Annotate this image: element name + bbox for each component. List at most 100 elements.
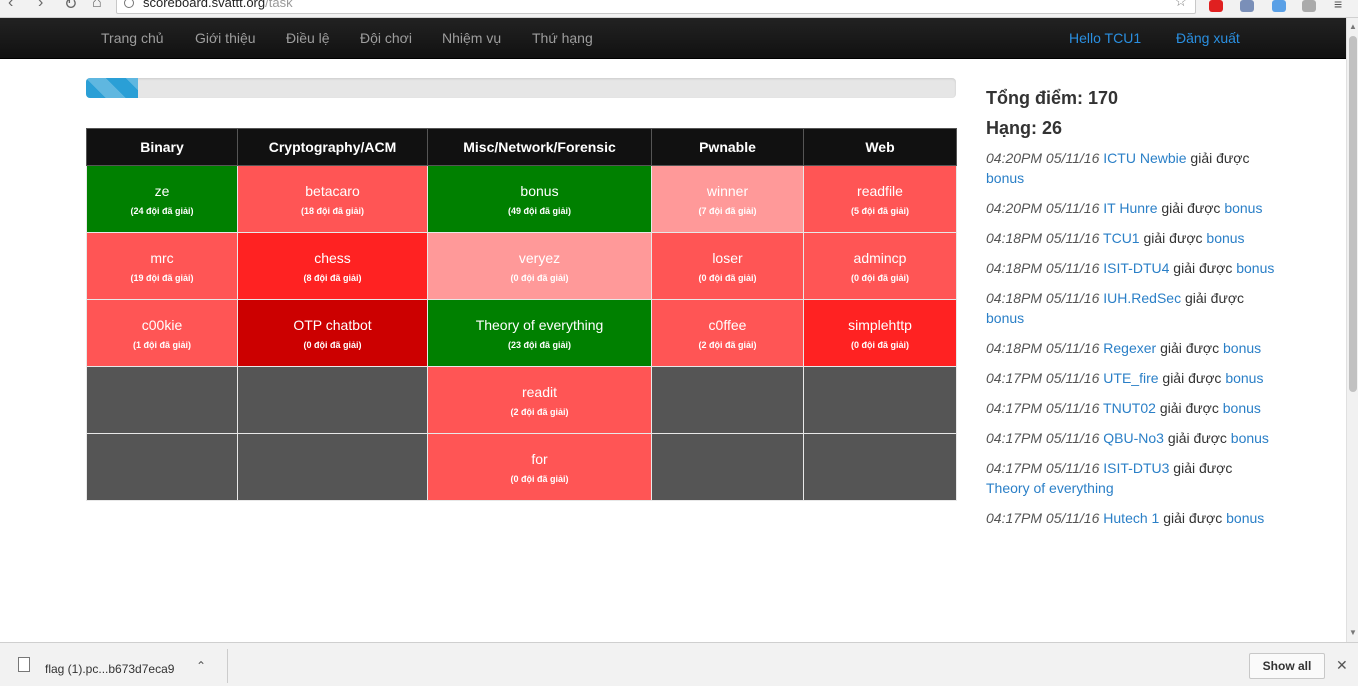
task-name: for	[531, 451, 548, 467]
feed-team-link[interactable]: TNUT02	[1103, 400, 1156, 416]
task-cell[interactable]: winner (7 đội đã giải)	[651, 165, 804, 233]
feed-entry: 04:17PM 05/11/16 UTE_fire giải được bonu…	[986, 368, 1276, 388]
extension-icon[interactable]	[1240, 0, 1254, 12]
task-cell[interactable]: bonus (49 đội đã giải)	[427, 165, 652, 233]
feed-task-link[interactable]: bonus	[986, 310, 1024, 326]
feed-team-link[interactable]: ICTU Newbie	[1103, 150, 1186, 166]
feed-team-link[interactable]: Hutech 1	[1103, 510, 1159, 526]
feed-entry: 04:17PM 05/11/16 TNUT02 giải được bonus	[986, 398, 1276, 418]
feed-task-link[interactable]: bonus	[1236, 260, 1274, 276]
task-cell[interactable]: ze (24 đội đã giải)	[86, 165, 238, 233]
feed-task-link[interactable]: bonus	[1223, 340, 1261, 356]
task-name: mrc	[150, 250, 174, 266]
feed-team-link[interactable]: TCU1	[1103, 230, 1140, 246]
task-cell[interactable]: betacaro (18 đội đã giải)	[237, 165, 428, 233]
task-cell[interactable]: c00kie (1 đội đã giải)	[86, 299, 238, 367]
feed-time: 04:17PM 05/11/16	[986, 400, 1100, 416]
feed-team-link[interactable]: QBU-No3	[1103, 430, 1164, 446]
empty-cell	[803, 433, 957, 501]
reload-icon[interactable]: ↻	[64, 0, 77, 14]
bookmark-star-icon[interactable]: ☆	[1174, 0, 1187, 10]
task-cell[interactable]: veryez (0 đội đã giải)	[427, 232, 652, 300]
home-icon[interactable]: ⌂	[92, 0, 102, 12]
feed-task-link[interactable]: bonus	[1206, 230, 1244, 246]
scrollbar-thumb[interactable]	[1349, 36, 1357, 392]
feed-team-link[interactable]: ISIT-DTU3	[1103, 460, 1169, 476]
nav-about[interactable]: Giới thiệu	[195, 30, 256, 46]
empty-cell	[86, 433, 238, 501]
extension-opera-icon[interactable]	[1209, 0, 1223, 12]
close-icon[interactable]: ✕	[1336, 657, 1348, 674]
feed-task-link[interactable]: bonus	[986, 170, 1024, 186]
task-cell[interactable]: Theory of everything (23 đội đã giải)	[427, 299, 652, 367]
task-solve-count: (8 đội đã giải)	[303, 273, 362, 283]
nav-teams[interactable]: Đội chơi	[360, 30, 412, 46]
feed-team-link[interactable]: UTE_fire	[1103, 370, 1158, 386]
task-solve-count: (7 đội đã giải)	[698, 206, 757, 216]
scroll-up-icon[interactable]: ▲	[1349, 22, 1357, 31]
task-cell[interactable]: OTP chatbot (0 đội đã giải)	[237, 299, 428, 367]
feed-team-link[interactable]: ISIT-DTU4	[1103, 260, 1169, 276]
feed-time: 04:20PM 05/11/16	[986, 150, 1100, 166]
download-item-name[interactable]: flag (1).pc...b673d7eca9	[45, 662, 174, 676]
task-cell[interactable]: chess (8 đội đã giải)	[237, 232, 428, 300]
column-header-misc: Misc/Network/Forensic	[427, 128, 652, 166]
feed-team-link[interactable]: IUH.RedSec	[1103, 290, 1181, 306]
task-solve-count: (2 đội đã giải)	[510, 407, 569, 417]
task-row: ze (24 đội đã giải) betacaro (18 đội đã giả…	[86, 165, 957, 233]
page-scrollbar[interactable]: ▲ ▼	[1346, 18, 1358, 642]
task-cell[interactable]: c0ffee (2 đội đã giải)	[651, 299, 804, 367]
address-bar[interactable]: scoreboard.svattt.org/task ☆	[116, 0, 1196, 14]
task-solve-count: (49 đội đã giải)	[507, 206, 571, 216]
info-icon[interactable]	[124, 0, 134, 8]
task-name: OTP chatbot	[293, 317, 372, 333]
feed-task-link[interactable]: bonus	[1225, 370, 1263, 386]
task-cell[interactable]: readfile (5 đội đã giải)	[803, 165, 957, 233]
extension-icon[interactable]	[1302, 0, 1316, 12]
empty-cell	[237, 433, 428, 501]
task-cell[interactable]: admincp (0 đội đã giải)	[803, 232, 957, 300]
task-name: readit	[521, 384, 558, 400]
forward-icon[interactable]: ›	[38, 0, 43, 12]
user-greeting-link[interactable]: Hello TCU1	[1069, 30, 1141, 46]
task-name: loser	[712, 250, 743, 266]
extension-icon[interactable]	[1272, 0, 1286, 12]
task-cell[interactable]: for (0 đội đã giải)	[427, 433, 652, 501]
feed-task-link[interactable]: bonus	[1231, 430, 1269, 446]
feed-entry: 04:18PM 05/11/16 ISIT-DTU4 giải được bon…	[986, 258, 1276, 278]
solve-feed: 04:20PM 05/11/16 ICTU Newbie giải được b…	[986, 148, 1276, 642]
nav-home[interactable]: Trang chủ	[101, 30, 164, 46]
feed-task-link[interactable]: bonus	[1226, 510, 1264, 526]
feed-time: 04:17PM 05/11/16	[986, 370, 1100, 386]
feed-entry: 04:17PM 05/11/16 Hutech 1 giải được bonu…	[986, 508, 1276, 528]
task-solve-count: (0 đội đã giải)	[510, 273, 569, 283]
task-cell[interactable]: loser (0 đội đã giải)	[651, 232, 804, 300]
task-cell[interactable]: readit (2 đội đã giải)	[427, 366, 652, 434]
back-icon[interactable]: ‹	[8, 0, 13, 12]
logout-link[interactable]: Đăng xuất	[1176, 30, 1240, 46]
feed-entry: 04:20PM 05/11/16 IT Hunre giải được bonu…	[986, 198, 1276, 218]
task-name: ze	[154, 183, 170, 199]
feed-task-link[interactable]: bonus	[1223, 400, 1261, 416]
feed-task-link[interactable]: bonus	[1224, 200, 1262, 216]
chevron-up-icon[interactable]: ⌃	[196, 659, 206, 673]
task-row: mrc (19 đội đã giải) chess (8 đội đã giải) v…	[86, 232, 957, 300]
task-cell[interactable]: mrc (19 đội đã giải)	[86, 232, 238, 300]
show-all-button[interactable]: Show all	[1249, 653, 1325, 679]
nav-tasks[interactable]: Nhiệm vụ	[442, 30, 501, 46]
nav-ranking[interactable]: Thứ hạng	[532, 30, 593, 46]
feed-time: 04:17PM 05/11/16	[986, 460, 1100, 476]
site-navbar: Trang chủ Giới thiệu Điều lệ Đội chơi Nh…	[0, 18, 1346, 59]
task-cell[interactable]: simplehttp (0 đội đã giải)	[803, 299, 957, 367]
feed-time: 04:18PM 05/11/16	[986, 230, 1100, 246]
scroll-down-icon[interactable]: ▼	[1349, 628, 1357, 637]
task-row: c00kie (1 đội đã giải) OTP chatbot (0 đội đ…	[86, 299, 957, 367]
menu-icon[interactable]: ≡	[1334, 0, 1342, 12]
feed-verb: giải được	[1161, 200, 1221, 216]
feed-team-link[interactable]: Regexer	[1103, 340, 1156, 356]
nav-rules[interactable]: Điều lệ	[286, 30, 330, 46]
feed-task-link[interactable]: Theory of everything	[986, 480, 1114, 496]
empty-cell	[86, 366, 238, 434]
feed-team-link[interactable]: IT Hunre	[1103, 200, 1157, 216]
column-header-pwnable: Pwnable	[651, 128, 804, 166]
